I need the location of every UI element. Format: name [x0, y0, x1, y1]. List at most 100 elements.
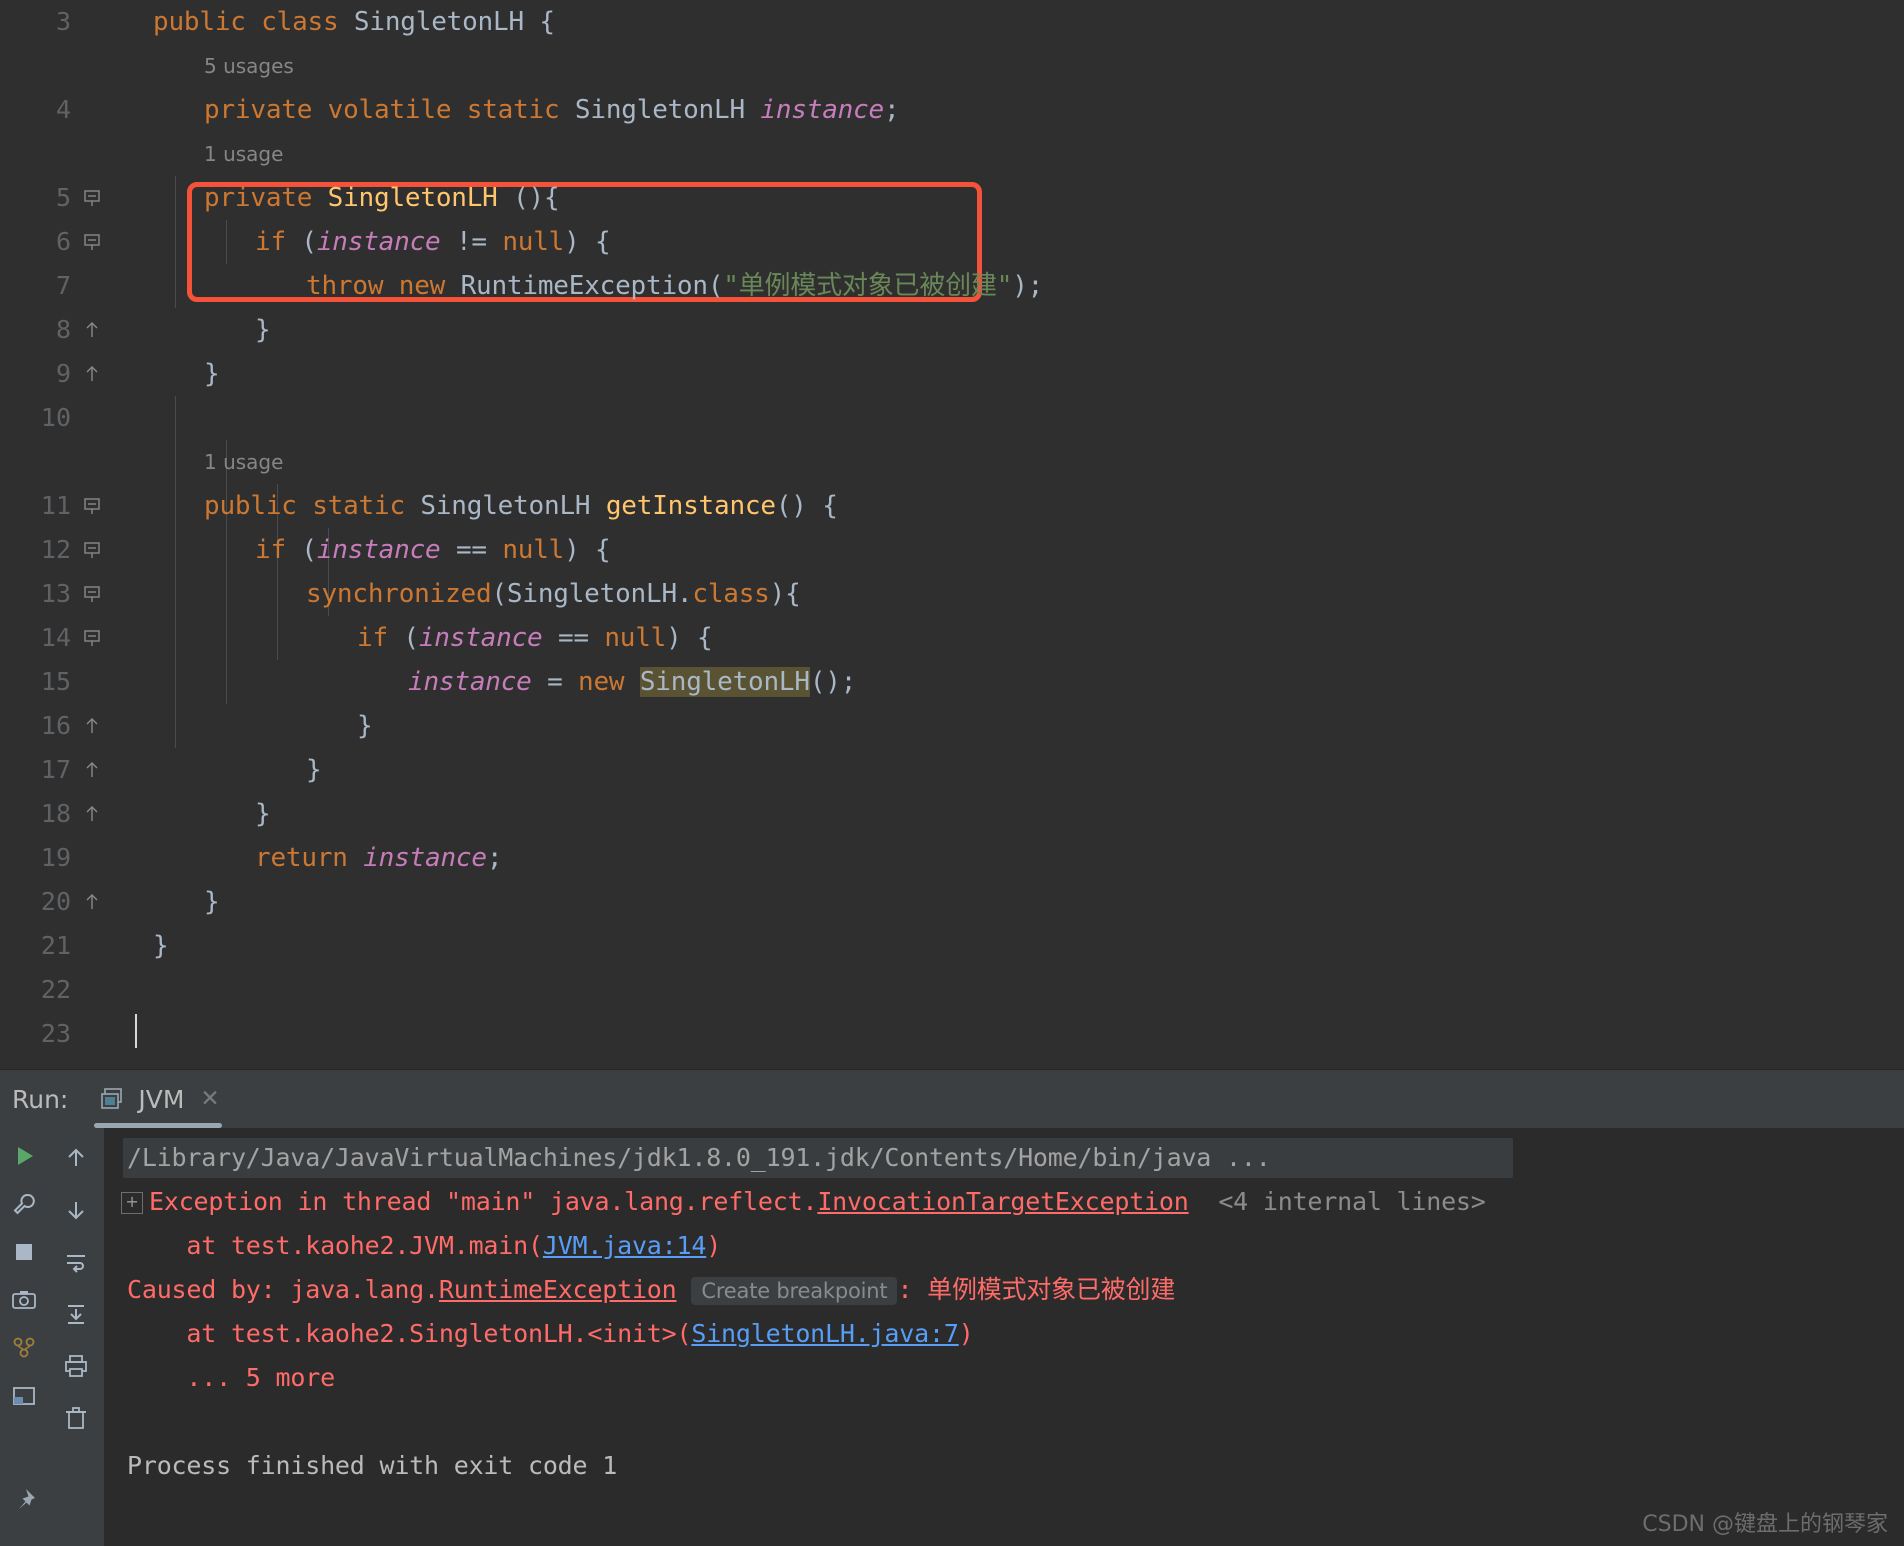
run-left-toolbar[interactable]: [0, 1128, 48, 1546]
code-line[interactable]: if (instance != null) {: [133, 220, 1904, 264]
console-line[interactable]: ... 5 more: [127, 1356, 335, 1400]
console-line[interactable]: + Exception in thread "main" java.lang.re…: [121, 1180, 1486, 1224]
code-editor[interactable]: 3 4 5 6 7 8 9 10 11 12 13 14 15 16 17 18 19 20 21 22 23 publ…: [0, 0, 1904, 1069]
console-line[interactable]: Caused by: java.lang.RuntimeException Cr…: [127, 1268, 1175, 1312]
expand-stacktrace-icon[interactable]: +: [121, 1192, 143, 1214]
source-link[interactable]: JVM.java:14: [543, 1231, 707, 1260]
source-link[interactable]: SingletonLH.java:7: [691, 1319, 959, 1348]
close-icon[interactable]: ✕: [200, 1086, 219, 1112]
fold-expanded-icon[interactable]: [83, 541, 101, 559]
code-token: instance: [316, 227, 441, 257]
gutter-line[interactable]: 18: [0, 792, 133, 836]
usage-hint[interactable]: 5 usages: [204, 44, 294, 88]
code-line[interactable]: }: [133, 308, 1904, 352]
run-tab-jvm[interactable]: JVM ✕: [90, 1070, 225, 1128]
code-line[interactable]: }: [133, 792, 1904, 836]
gutter-line[interactable]: 15: [0, 660, 133, 704]
code-line[interactable]: [133, 1012, 1904, 1056]
printer-icon[interactable]: [58, 1348, 94, 1384]
line-number: 3: [55, 7, 71, 36]
code-line[interactable]: private volatile static SingletonLH inst…: [133, 88, 1904, 132]
rerun-button[interactable]: [6, 1138, 42, 1174]
gutter-line[interactable]: 12: [0, 528, 133, 572]
code-line[interactable]: }: [133, 352, 1904, 396]
usage-hint[interactable]: 1 usage: [204, 440, 283, 484]
gutter-line[interactable]: 10: [0, 396, 133, 440]
run-tool-window-header[interactable]: Run: JVM ✕: [0, 1069, 1904, 1128]
editor-code-area[interactable]: public class SingletonLH {5 usages privat…: [133, 0, 1904, 1069]
fold-end-icon[interactable]: [83, 321, 101, 339]
up-stacktrace-icon[interactable]: [58, 1140, 94, 1176]
gutter-line[interactable]: 8: [0, 308, 133, 352]
code-line[interactable]: return instance;: [133, 836, 1904, 880]
console-output[interactable]: /Library/Java/JavaVirtualMachines/jdk1.8…: [105, 1128, 1904, 1546]
gutter-line[interactable]: 19: [0, 836, 133, 880]
fold-end-icon[interactable]: [83, 805, 101, 823]
gutter-line[interactable]: 9: [0, 352, 133, 396]
code-line[interactable]: }: [133, 704, 1904, 748]
create-breakpoint-chip[interactable]: Create breakpoint: [691, 1277, 898, 1305]
code-line[interactable]: if (instance == null) {: [133, 528, 1904, 572]
gutter-line[interactable]: 11: [0, 484, 133, 528]
caused-by-class-link[interactable]: RuntimeException: [439, 1275, 677, 1304]
camera-icon[interactable]: [6, 1282, 42, 1318]
fold-expanded-icon[interactable]: [83, 629, 101, 647]
code-line[interactable]: if (instance == null) {: [133, 616, 1904, 660]
gutter-line[interactable]: 5: [0, 176, 133, 220]
console-line[interactable]: at test.kaohe2.SingletonLH.<init>(Single…: [127, 1312, 973, 1356]
layout-icon[interactable]: [6, 1378, 42, 1414]
gutter-line[interactable]: 20: [0, 880, 133, 924]
console-line[interactable]: Process finished with exit code 1: [127, 1444, 617, 1488]
code-line[interactable]: private SingletonLH (){: [133, 176, 1904, 220]
gutter-line[interactable]: 13: [0, 572, 133, 616]
code-line[interactable]: throw new RuntimeException("单例模式对象已被创建")…: [133, 264, 1904, 308]
gutter-line[interactable]: 4: [0, 88, 133, 132]
gutter-line[interactable]: 7: [0, 264, 133, 308]
internal-lines-collapsed[interactable]: <4 internal lines>: [1218, 1187, 1486, 1216]
code-line[interactable]: synchronized(SingletonLH.class){: [133, 572, 1904, 616]
gutter-line[interactable]: 14: [0, 616, 133, 660]
code-line[interactable]: instance = new SingletonLH();: [133, 660, 1904, 704]
fold-end-icon[interactable]: [83, 365, 101, 383]
code-line[interactable]: }: [133, 924, 1904, 968]
fold-expanded-icon[interactable]: [83, 233, 101, 251]
usage-hint[interactable]: 1 usage: [204, 132, 283, 176]
editor-gutter[interactable]: 3 4 5 6 7 8 9 10 11 12 13 14 15 16 17 18 19 20 21 22 23: [0, 0, 133, 1069]
gutter-line[interactable]: 17: [0, 748, 133, 792]
gutter-line[interactable]: 23: [0, 1012, 133, 1056]
thread-dump-icon[interactable]: [6, 1330, 42, 1366]
gutter-line[interactable]: 22: [0, 968, 133, 1012]
fold-expanded-icon[interactable]: [83, 189, 101, 207]
settings-wrench-icon[interactable]: [6, 1186, 42, 1222]
fold-end-icon[interactable]: [83, 761, 101, 779]
code-line[interactable]: public static SingletonLH getInstance() …: [133, 484, 1904, 528]
run-tool-window-body: /Library/Java/JavaVirtualMachines/jdk1.8…: [0, 1128, 1904, 1546]
jdk-command-line: /Library/Java/JavaVirtualMachines/jdk1.8…: [127, 1143, 1271, 1172]
fold-expanded-icon[interactable]: [83, 585, 101, 603]
console-line[interactable]: at test.kaohe2.JVM.main(JVM.java:14): [127, 1224, 721, 1268]
fold-end-icon[interactable]: [83, 893, 101, 911]
console-line[interactable]: /Library/Java/JavaVirtualMachines/jdk1.8…: [127, 1136, 1271, 1180]
soft-wrap-icon[interactable]: [58, 1244, 94, 1280]
stop-button[interactable]: [6, 1234, 42, 1270]
console-toolbar[interactable]: [48, 1128, 105, 1546]
gutter-line[interactable]: 21: [0, 924, 133, 968]
code-line[interactable]: }: [133, 880, 1904, 924]
down-stacktrace-icon[interactable]: [58, 1192, 94, 1228]
code-line[interactable]: [133, 396, 1904, 440]
fold-end-icon[interactable]: [83, 717, 101, 735]
exception-class-link[interactable]: InvocationTargetException: [817, 1187, 1188, 1216]
code-line[interactable]: public class SingletonLH {: [133, 0, 1904, 44]
gutter-line[interactable]: 6: [0, 220, 133, 264]
gutter-line[interactable]: 16: [0, 704, 133, 748]
code-line[interactable]: }: [133, 748, 1904, 792]
scroll-to-end-icon[interactable]: [58, 1296, 94, 1332]
fold-expanded-icon[interactable]: [83, 497, 101, 515]
pin-icon[interactable]: [6, 1482, 42, 1518]
trash-icon[interactable]: [58, 1400, 94, 1436]
gutter-line[interactable]: 3: [0, 0, 133, 44]
code-line[interactable]: [133, 968, 1904, 1012]
console-line[interactable]: [127, 1400, 142, 1444]
console-scrollbar[interactable]: [1886, 1128, 1904, 1546]
